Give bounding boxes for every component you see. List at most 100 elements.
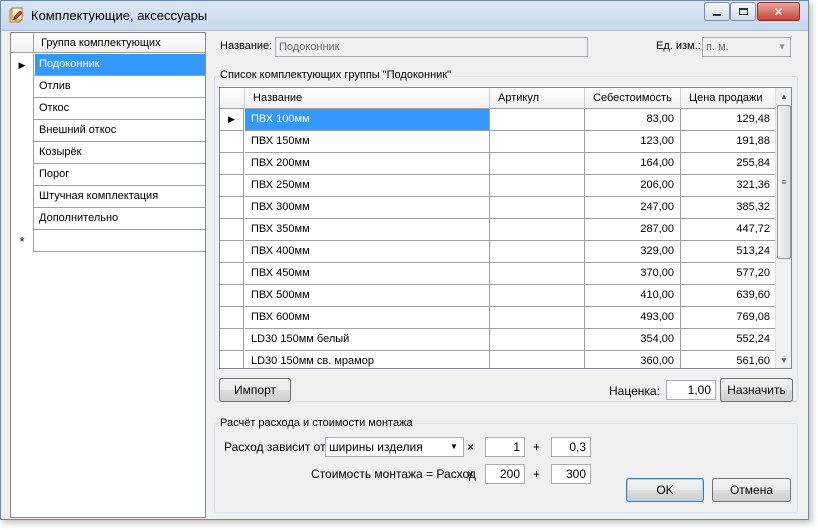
row-header[interactable] <box>220 219 244 241</box>
import-button[interactable]: Импорт <box>219 378 291 402</box>
cell-cost[interactable]: 354,00 <box>585 329 681 351</box>
group-cell[interactable]: Подоконник <box>35 54 205 75</box>
row-header[interactable] <box>11 98 34 120</box>
factor2-input[interactable]: 200 <box>485 464 525 484</box>
table-row[interactable]: ПВХ 250мм 206,00 321,36 <box>220 175 777 197</box>
markup-input[interactable]: 1,00 <box>666 380 716 400</box>
current-row-icon[interactable]: ▶ <box>11 54 34 76</box>
group-new-cell[interactable] <box>35 230 205 251</box>
cell-cost[interactable]: 360,00 <box>585 351 681 368</box>
cell-cost[interactable]: 123,00 <box>585 131 681 153</box>
row-header[interactable] <box>220 329 244 351</box>
unit-select[interactable]: п. м. ▼ <box>702 37 791 57</box>
cell-name[interactable]: ПВХ 400мм <box>245 241 490 263</box>
cell-name[interactable]: ПВХ 600мм <box>245 307 490 329</box>
column-header-name[interactable]: Название <box>245 88 490 109</box>
column-header-article[interactable]: Артикул <box>490 88 585 109</box>
table-row[interactable]: LD30 150мм св. мрамор 360,00 561,60 <box>220 351 777 368</box>
maximize-button[interactable] <box>730 2 756 21</box>
table-row[interactable]: ПВХ 450мм 370,00 577,20 <box>220 263 777 285</box>
assign-button[interactable]: Назначить <box>720 378 793 402</box>
column-header-price[interactable]: Цена продажи <box>681 88 777 109</box>
title-bar[interactable]: Комплектующие, аксессуары ✕ <box>1 1 808 31</box>
cell-article[interactable] <box>490 153 585 175</box>
cell-article[interactable] <box>490 329 585 351</box>
factor1-input[interactable]: 1 <box>485 437 525 457</box>
cell-price[interactable]: 639,60 <box>681 285 777 307</box>
cell-price[interactable]: 255,84 <box>681 153 777 175</box>
ok-button[interactable]: OK <box>626 478 704 502</box>
group-row[interactable]: Отлив <box>11 76 205 98</box>
cell-name[interactable]: ПВХ 300мм <box>245 197 490 219</box>
row-header[interactable] <box>11 120 34 142</box>
row-header[interactable] <box>11 142 34 164</box>
row-header[interactable] <box>11 76 34 98</box>
minimize-button[interactable] <box>704 2 730 21</box>
cell-name[interactable]: ПВХ 450мм <box>245 263 490 285</box>
row-header[interactable] <box>11 208 34 230</box>
row-header[interactable] <box>220 153 244 175</box>
row-header[interactable] <box>220 197 244 219</box>
cell-price[interactable]: 447,72 <box>681 219 777 241</box>
row-header[interactable] <box>220 263 244 285</box>
cell-price[interactable]: 769,08 <box>681 307 777 329</box>
table-row[interactable]: ПВХ 200мм 164,00 255,84 <box>220 153 777 175</box>
row-header[interactable] <box>220 175 244 197</box>
row-header[interactable] <box>220 285 244 307</box>
cell-price[interactable]: 561,60 <box>681 351 777 368</box>
group-cell[interactable]: Штучная комплектация <box>35 186 205 207</box>
row-header[interactable] <box>220 131 244 153</box>
table-row[interactable]: LD30 150мм белый 354,00 552,24 <box>220 329 777 351</box>
cell-price[interactable]: 321,36 <box>681 175 777 197</box>
group-cell[interactable]: Дополнительно <box>35 208 205 229</box>
cell-price[interactable]: 577,20 <box>681 263 777 285</box>
cell-cost[interactable]: 329,00 <box>585 241 681 263</box>
group-row[interactable]: Откос <box>11 98 205 120</box>
group-row[interactable]: Порог <box>11 164 205 186</box>
cell-cost[interactable]: 83,00 <box>585 109 681 131</box>
cell-article[interactable] <box>490 241 585 263</box>
cell-name[interactable]: LD30 150мм св. мрамор <box>245 351 490 368</box>
cell-name[interactable]: ПВХ 350мм <box>245 219 490 241</box>
cell-name[interactable]: ПВХ 500мм <box>245 285 490 307</box>
cell-price[interactable]: 552,24 <box>681 329 777 351</box>
group-row[interactable]: Внешний откос <box>11 120 205 142</box>
group-cell[interactable]: Порог <box>35 164 205 185</box>
addend2-input[interactable]: 300 <box>551 464 591 484</box>
table-row[interactable]: ПВХ 300мм 247,00 385,32 <box>220 197 777 219</box>
cell-name[interactable]: ПВХ 200мм <box>245 153 490 175</box>
cell-cost[interactable]: 493,00 <box>585 307 681 329</box>
row-header[interactable] <box>220 241 244 263</box>
cell-name[interactable]: ПВХ 250мм <box>245 175 490 197</box>
group-cell[interactable]: Отлив <box>35 76 205 97</box>
cell-cost[interactable]: 164,00 <box>585 153 681 175</box>
addend1-input[interactable]: 0,3 <box>551 437 591 457</box>
table-row[interactable]: ПВХ 500мм 410,00 639,60 <box>220 285 777 307</box>
row-header[interactable] <box>220 351 244 368</box>
cell-cost[interactable]: 410,00 <box>585 285 681 307</box>
cell-name[interactable]: ПВХ 150мм <box>245 131 490 153</box>
table-row[interactable]: ПВХ 350мм 287,00 447,72 <box>220 219 777 241</box>
close-button[interactable]: ✕ <box>757 2 800 21</box>
cell-cost[interactable]: 287,00 <box>585 219 681 241</box>
table-row[interactable]: ПВХ 150мм 123,00 191,88 <box>220 131 777 153</box>
cell-name[interactable]: LD30 150мм белый <box>245 329 490 351</box>
cell-cost[interactable]: 206,00 <box>585 175 681 197</box>
table-row[interactable]: ▶ ПВХ 100мм 83,00 129,48 <box>220 109 777 131</box>
chevron-down-icon[interactable]: ▼ <box>447 440 461 454</box>
cell-price[interactable]: 191,88 <box>681 131 777 153</box>
scroll-down-icon[interactable]: ▼ <box>776 352 791 368</box>
groups-column-header[interactable]: Группа комплектующих <box>41 37 161 49</box>
column-header-cost[interactable]: Себестоимость <box>585 88 681 109</box>
cell-price[interactable]: 513,24 <box>681 241 777 263</box>
scroll-up-icon[interactable]: ▲ <box>776 88 791 104</box>
cell-price[interactable]: 129,48 <box>681 109 777 131</box>
cell-article[interactable] <box>490 131 585 153</box>
depends-select[interactable]: ширины изделия ▼ <box>325 437 464 457</box>
row-header[interactable] <box>11 186 34 208</box>
group-new-row[interactable]: * <box>11 230 205 252</box>
group-row[interactable]: ▶ Подоконник <box>11 54 205 76</box>
row-header[interactable] <box>11 164 34 186</box>
cell-article[interactable] <box>490 307 585 329</box>
group-row[interactable]: Штучная комплектация <box>11 186 205 208</box>
